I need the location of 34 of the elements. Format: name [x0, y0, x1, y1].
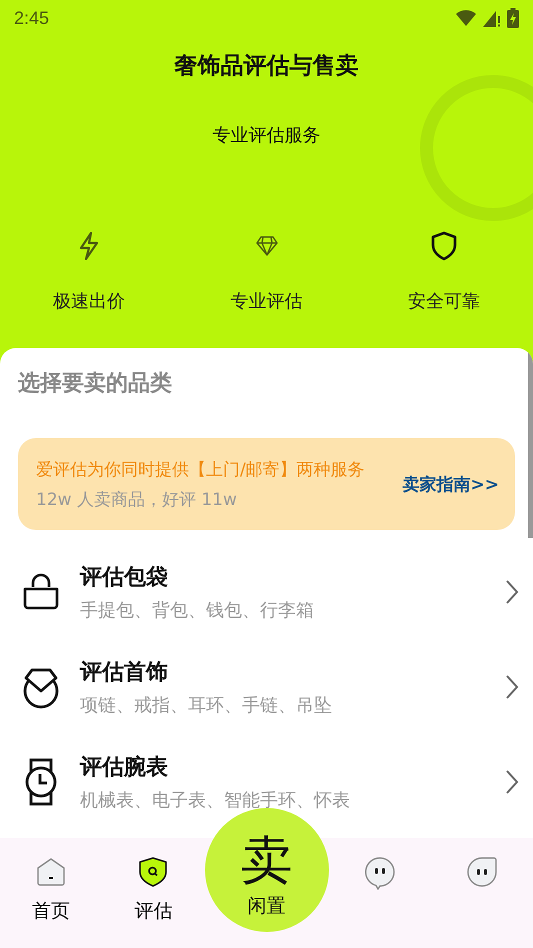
feature-label: 安全可靠 — [408, 290, 480, 313]
feature-label: 极速出价 — [52, 290, 125, 313]
chevron-right-icon[interactable] — [505, 674, 519, 700]
banner-headline: 爱评估为你同时提供【上门/邮寄】两种服务 — [36, 459, 365, 481]
chat-bubble-icon — [364, 856, 396, 890]
handbag-icon — [21, 572, 61, 610]
shield-icon — [431, 231, 458, 261]
subtitle: 专业评估服务 — [212, 124, 322, 147]
face-icon — [466, 856, 498, 888]
feature-label: 专业评估 — [230, 290, 302, 313]
category-items: 手提包、背包、钱包、行李箱 — [80, 598, 315, 622]
signal-icon — [483, 10, 501, 26]
battery-icon — [507, 8, 519, 28]
clock-time: 2:45 — [14, 8, 50, 28]
category-title[interactable]: 评估首饰 — [80, 656, 505, 686]
chevron-right-icon[interactable] — [505, 578, 519, 604]
wifi-icon — [455, 10, 477, 26]
home-icon — [35, 856, 68, 888]
nav-label: 首页 — [32, 899, 70, 924]
shield-search-icon — [137, 856, 170, 888]
sell-button[interactable]: 卖 闲置 — [204, 808, 328, 932]
nav-tab[interactable]: 首页 — [0, 838, 102, 948]
banner-stats: 12w 人卖商品，好评 11w — [36, 489, 237, 511]
chevron-right-icon[interactable] — [505, 768, 519, 794]
section-heading: 选择要卖的品类 — [17, 370, 173, 398]
seller-guide-link[interactable]: 卖家指南>> — [402, 473, 499, 496]
diamond-icon — [254, 235, 278, 257]
category-title[interactable]: 评估腕表 — [80, 752, 505, 782]
nav-tab[interactable]: 评估 — [102, 838, 204, 948]
nav-label: 评估 — [134, 899, 172, 924]
app-title: 奢饰品评估与售卖 — [173, 52, 360, 81]
watch-icon — [23, 756, 59, 806]
category-items: 项链、戒指、耳环、手链、吊坠 — [80, 694, 333, 716]
category-title[interactable]: 评估包袋 — [80, 562, 505, 592]
